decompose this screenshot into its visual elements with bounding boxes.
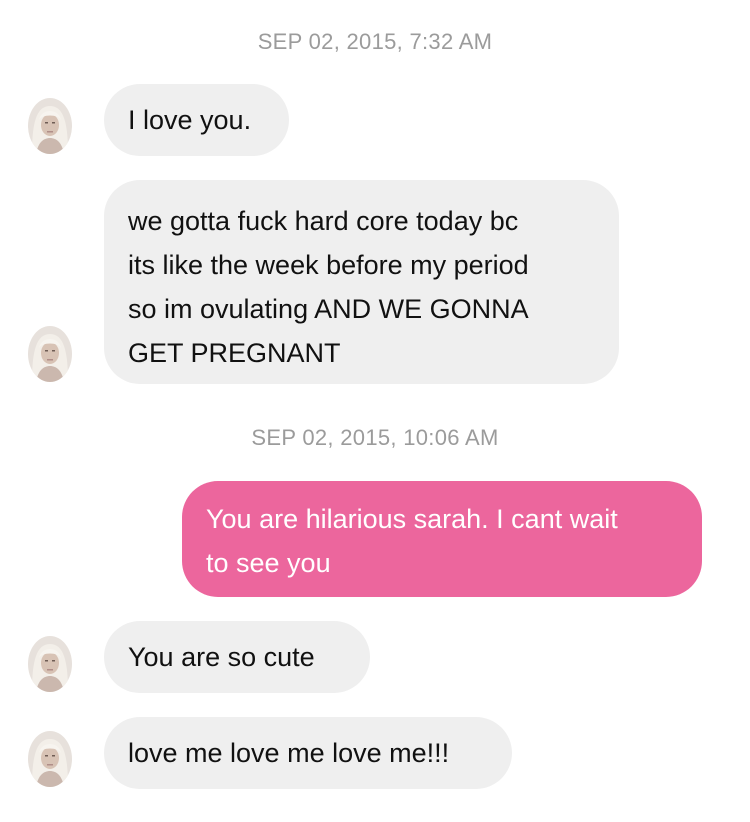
contact-avatar-icon — [28, 98, 72, 154]
message-line: GET PREGNANT — [128, 338, 341, 368]
message-line: I love you. — [128, 105, 252, 135]
avatar[interactable] — [28, 636, 72, 692]
message-bubble-received[interactable]: we gotta fuck hard core today bc its lik… — [104, 180, 619, 384]
timestamp: SEP 02, 2015, 10:06 AM — [251, 425, 499, 450]
message-line: You are so cute — [128, 642, 315, 672]
message-bubble-received[interactable]: You are so cute — [104, 621, 370, 693]
message-bubble-received[interactable]: love me love me love me!!! — [104, 717, 512, 789]
contact-avatar-icon — [28, 636, 72, 692]
message-line: so im ovulating AND WE GONNA — [128, 294, 529, 324]
direct-message-thread: { "thread": { "timestamp_1": "SEP 02, 20… — [0, 0, 750, 822]
timestamp: SEP 02, 2015, 7:32 AM — [257, 29, 493, 54]
message-line: its like the week before my period — [128, 250, 529, 280]
avatar[interactable] — [28, 731, 72, 787]
avatar[interactable] — [28, 326, 72, 382]
contact-avatar-icon — [28, 731, 72, 787]
message-line: to see you — [206, 548, 331, 578]
message-line: love me love me love me!!! — [128, 738, 450, 768]
message-bubble-sent[interactable]: You are hilarious sarah. I cant wait to … — [182, 481, 702, 597]
message-line: You are hilarious sarah. I cant wait — [206, 504, 618, 534]
avatar[interactable] — [28, 98, 72, 154]
message-line: we gotta fuck hard core today bc — [128, 206, 519, 236]
message-bubble-received[interactable]: I love you. — [104, 84, 289, 156]
contact-avatar-icon — [28, 326, 72, 382]
